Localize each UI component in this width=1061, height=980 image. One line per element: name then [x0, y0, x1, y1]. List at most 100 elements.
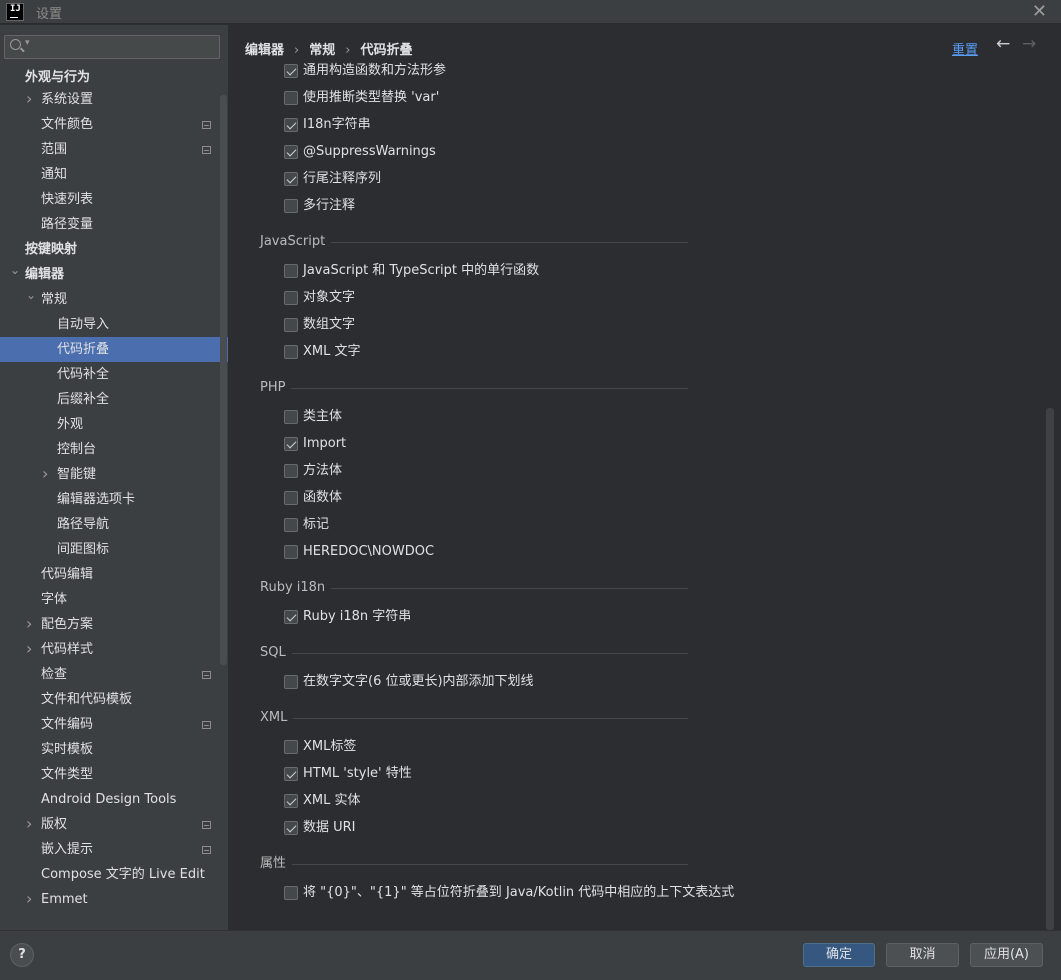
sidebar-item-label: 后缀补全 — [57, 392, 110, 407]
checkbox-checked[interactable] — [284, 821, 298, 835]
checkbox-unchecked[interactable] — [284, 675, 298, 689]
sidebar-item[interactable]: 文件类型 — [0, 762, 228, 787]
sidebar-item[interactable]: 路径变量 — [0, 212, 228, 237]
checkbox-unchecked[interactable] — [284, 291, 298, 305]
sidebar-item[interactable]: Compose 文字的 Live Edit — [0, 862, 228, 887]
chevron-right-icon[interactable]: › — [26, 886, 32, 911]
checkbox-unchecked[interactable] — [284, 740, 298, 754]
section-title: SQL — [260, 643, 292, 663]
checkbox-checked[interactable] — [284, 64, 298, 78]
sidebar-item[interactable]: 间距图标 — [0, 537, 228, 562]
apply-button[interactable]: 应用(A) — [970, 943, 1043, 967]
sidebar-item[interactable]: 实时模板 — [0, 737, 228, 762]
sidebar-item[interactable]: › 版权 — [0, 812, 228, 837]
sidebar-item[interactable]: Android Design Tools — [0, 787, 228, 812]
checkbox-checked[interactable] — [284, 767, 298, 781]
sidebar-item[interactable]: 编辑器选项卡 — [0, 487, 228, 512]
reset-link[interactable]: 重置 — [952, 39, 978, 58]
option-label: XML标签 — [303, 739, 357, 754]
section-divider — [260, 864, 688, 865]
chevron-right-icon[interactable]: › — [26, 611, 32, 636]
section-title: Ruby i18n — [260, 578, 332, 598]
sidebar-item[interactable]: 字体 — [0, 587, 228, 612]
app-logo-icon: IJ — [6, 3, 24, 21]
ok-button[interactable]: 确定 — [803, 943, 875, 967]
checkbox-checked[interactable] — [284, 437, 298, 451]
sidebar-item[interactable]: ⌄ 常规 — [0, 287, 228, 312]
search-input[interactable] — [35, 37, 215, 57]
sidebar-item[interactable]: 嵌入提示 — [0, 837, 228, 862]
checkbox-unchecked[interactable] — [284, 199, 298, 213]
checkbox-unchecked[interactable] — [284, 464, 298, 478]
chevron-right-icon[interactable]: › — [42, 461, 48, 486]
sidebar-item-label: Emmet — [41, 892, 88, 907]
sidebar-item[interactable]: 自动导入 — [0, 312, 228, 337]
checkbox-checked[interactable] — [284, 794, 298, 808]
chevron-down-icon[interactable]: ⌄ — [10, 258, 20, 283]
option-label: Ruby i18n 字符串 — [303, 609, 412, 624]
checkbox-unchecked[interactable] — [284, 886, 298, 900]
checkbox-checked[interactable] — [284, 145, 298, 159]
option-label: 在数字文字(6 位或更长)内部添加下划线 — [303, 674, 534, 689]
sidebar-item[interactable]: › 智能键 — [0, 462, 228, 487]
checkbox-unchecked[interactable] — [284, 345, 298, 359]
chevron-right-icon[interactable]: › — [26, 636, 32, 661]
breadcrumb-item: 代码折叠 — [360, 43, 413, 58]
sidebar-scrollbar[interactable] — [220, 95, 227, 665]
sidebar-item[interactable]: 控制台 — [0, 437, 228, 462]
settings-content: 编辑器 › 常规 › 代码折叠 重置 ← → 通用构造函数和方法形参 使用推断类型替换 '… — [229, 25, 1061, 930]
checkbox-checked[interactable] — [284, 172, 298, 186]
section-header: PHP — [260, 378, 688, 398]
sidebar-item[interactable]: 快速列表 — [0, 187, 228, 212]
cancel-button[interactable]: 取消 — [886, 943, 959, 967]
checkbox-unchecked[interactable] — [284, 491, 298, 505]
sidebar-item[interactable]: 文件颜色 — [0, 112, 228, 137]
sidebar-item[interactable]: 通知 — [0, 162, 228, 187]
sidebar-item[interactable]: › 代码样式 — [0, 637, 228, 662]
sidebar-item[interactable]: 文件编码 — [0, 712, 228, 737]
project-scope-icon — [202, 821, 211, 829]
sidebar-item[interactable]: › 配色方案 — [0, 612, 228, 637]
help-icon[interactable]: ? — [10, 943, 34, 967]
option-label: 多行注释 — [303, 198, 356, 213]
sidebar-item[interactable]: › Emmet — [0, 887, 228, 912]
checkbox-checked[interactable] — [284, 610, 298, 624]
option-label: Import — [303, 436, 347, 451]
checkbox-unchecked[interactable] — [284, 318, 298, 332]
sidebar-item[interactable]: 外观 — [0, 412, 228, 437]
checkbox-unchecked[interactable] — [284, 410, 298, 424]
section-title: JavaScript — [260, 232, 332, 252]
search-box[interactable]: ▾ — [4, 35, 220, 59]
sidebar-item[interactable]: 文件和代码模板 — [0, 687, 228, 712]
sidebar-item[interactable]: 路径导航 — [0, 512, 228, 537]
sidebar-item-label: 代码补全 — [57, 367, 110, 382]
arrow-right-icon[interactable]: → — [1022, 34, 1036, 54]
sidebar-sticky-header[interactable]: 外观与行为 — [0, 66, 220, 90]
checkbox-unchecked[interactable] — [284, 545, 298, 559]
checkbox-unchecked[interactable] — [284, 518, 298, 532]
sidebar-item[interactable]: 范围 — [0, 137, 228, 162]
chevron-down-icon[interactable]: ▾ — [25, 38, 30, 48]
sidebar-item[interactable]: 代码折叠 — [0, 337, 228, 362]
arrow-left-icon[interactable]: ← — [996, 34, 1010, 54]
sidebar-item[interactable]: › 系统设置 — [0, 87, 228, 112]
project-scope-icon — [202, 671, 211, 679]
section-title: 属性 — [260, 854, 293, 874]
option-label: 对象文字 — [303, 290, 356, 305]
chevron-down-icon[interactable]: ⌄ — [26, 283, 36, 308]
sidebar-item-label: 文件编码 — [41, 717, 94, 732]
checkbox-unchecked[interactable] — [284, 91, 298, 105]
content-scrollbar[interactable] — [1046, 408, 1054, 930]
sticky-header-label: 外观与行为 — [25, 70, 91, 85]
option-label: 使用推断类型替换 'var' — [303, 90, 440, 105]
sidebar-item[interactable]: 检查 — [0, 662, 228, 687]
checkbox-unchecked[interactable] — [284, 264, 298, 278]
sidebar-item[interactable]: 代码编辑 — [0, 562, 228, 587]
sidebar-item[interactable]: 按键映射 — [0, 237, 228, 262]
chevron-right-icon[interactable]: › — [26, 811, 32, 836]
checkbox-checked[interactable] — [284, 118, 298, 132]
sidebar-item[interactable]: 代码补全 — [0, 362, 228, 387]
section-header: XML — [260, 708, 688, 728]
close-icon[interactable]: ✕ — [1032, 1, 1047, 22]
sidebar-item[interactable]: 后缀补全 — [0, 387, 228, 412]
